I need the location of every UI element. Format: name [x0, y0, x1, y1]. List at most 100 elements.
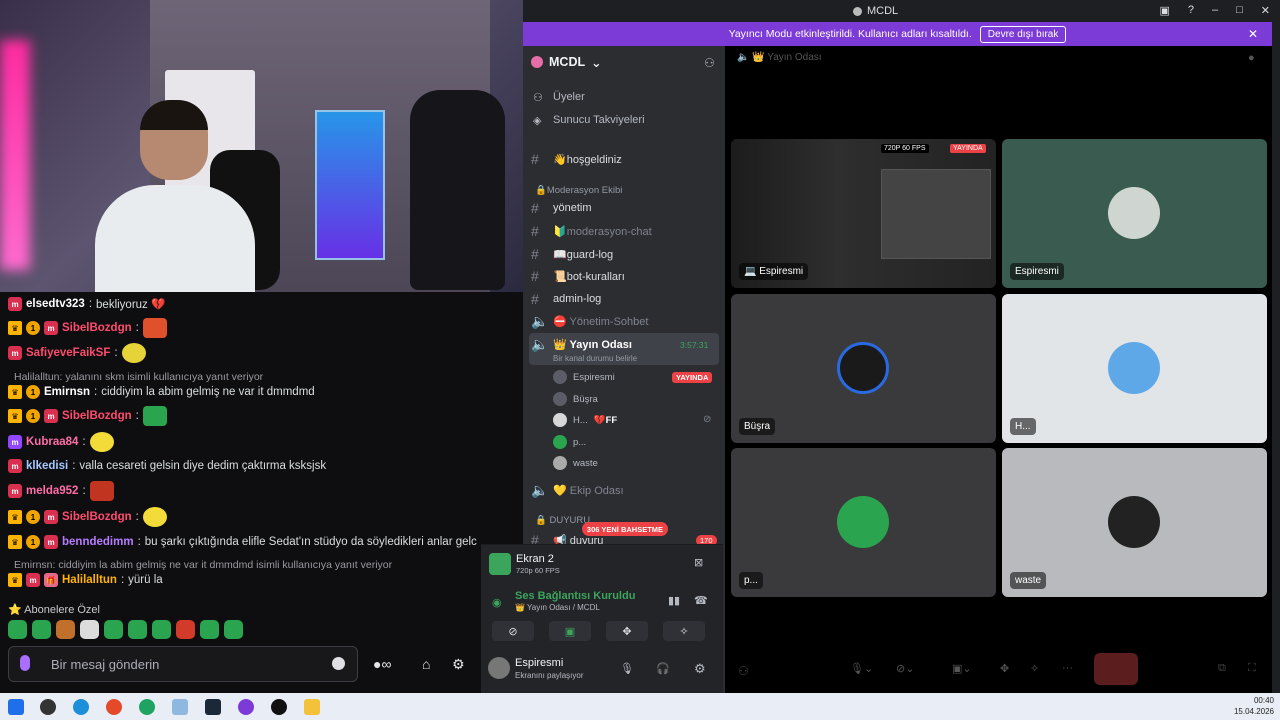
inbox-icon[interactable]: ▣: [1159, 4, 1169, 17]
screen-share-icon: [489, 553, 511, 575]
discord-logo-icon: [853, 6, 862, 16]
start-icon[interactable]: [8, 699, 24, 715]
banner-close-icon[interactable]: ✕: [1248, 27, 1258, 41]
invite-icon[interactable]: ⚇: [738, 664, 749, 678]
close-icon[interactable]: ✕: [1261, 4, 1270, 17]
voice-user[interactable]: p...: [553, 433, 586, 451]
mic-icon[interactable]: [20, 655, 30, 671]
help-icon[interactable]: ?: [1188, 4, 1194, 17]
channel-yonetim[interactable]: # yönetim: [531, 198, 592, 218]
chat-message: m SafiyeveFaikSF:: [8, 343, 146, 363]
voice-user[interactable]: Espiresmi: [553, 368, 615, 386]
user-settings-icon[interactable]: ⚙: [694, 661, 706, 677]
clock[interactable]: 00:40 15.04.2026: [1234, 695, 1274, 717]
user-tile[interactable]: Espiresmi: [1002, 139, 1267, 288]
channel-admin-log[interactable]: # admin-log: [531, 289, 601, 309]
chat-message: m klkedisi: valla cesareti gelsin diye ded…: [8, 456, 326, 476]
signal-icon: ◉: [492, 597, 502, 609]
live-badge: YAYINDA: [672, 372, 713, 383]
discord-icon[interactable]: [238, 699, 254, 715]
bits-icon[interactable]: ●∞: [373, 656, 391, 672]
browser-icon[interactable]: [106, 699, 122, 715]
channel-moderasyon-chat[interactable]: # 🔰moderasyon-chat: [531, 221, 652, 241]
chat-input[interactable]: Bir mesaj gönderin: [8, 646, 358, 682]
chat-message: ♛ m 🎁 Halilalltun: yürü la: [8, 570, 163, 590]
chat-message: ♛ 1 Emirnsn: ciddiyim la abim gelmiş ne var…: [8, 382, 315, 402]
members-link[interactable]: ⚇ Üyeler: [533, 91, 585, 104]
channel-hosgeldiniz[interactable]: # 👋hoşgeldiniz: [531, 149, 622, 169]
add-member-icon[interactable]: ⚇: [704, 56, 715, 70]
leave-call-button[interactable]: [1094, 653, 1138, 685]
connection-channel[interactable]: 👑 Yayın Odası / MCDL: [515, 603, 600, 612]
user-tile[interactable]: H...: [1002, 294, 1267, 443]
user-tile[interactable]: Büşra: [731, 294, 996, 443]
disable-button[interactable]: Devre dışı bırak: [979, 25, 1067, 43]
stage-activities-icon[interactable]: ✥: [1000, 662, 1009, 675]
chat-message: m melda952:: [8, 481, 114, 501]
more-icon[interactable]: ···: [1062, 662, 1073, 674]
explorer-icon[interactable]: [304, 699, 320, 715]
streamer-mode-banner: Yayıncı Modu etkinleştirildi. Kullanıcı …: [523, 22, 1272, 46]
camera-button[interactable]: ⊘: [492, 621, 534, 641]
stage-share-icon[interactable]: ▣⌄: [952, 662, 972, 675]
webcam-video: [0, 0, 523, 292]
mute-icon[interactable]: 🎙: [620, 662, 634, 675]
stage-soundboard-icon[interactable]: ✧: [1030, 662, 1039, 675]
settings-icon[interactable]: ⚙: [452, 656, 465, 673]
app-icon[interactable]: [172, 699, 188, 715]
share-screen-button[interactable]: ▣: [549, 621, 591, 641]
chat-message: ♛ 1 m SibelBozdgn:: [8, 318, 167, 338]
screen-title: Ekran 2: [516, 553, 554, 565]
fullscreen-icon[interactable]: ⛶: [1248, 662, 1256, 675]
boosts-link[interactable]: ◈ Sunucu Takviyeleri: [533, 114, 645, 127]
edge-icon[interactable]: [73, 699, 89, 715]
emoji-icon[interactable]: [332, 657, 345, 670]
deafened-icon: ⊘: [703, 414, 712, 425]
maximize-icon[interactable]: □: [1236, 4, 1243, 17]
channel-ekip-odasi[interactable]: 🔈 💛 Ekip Odası: [531, 480, 624, 500]
server-header[interactable]: MCDL ⌄: [531, 52, 602, 72]
stage-camera-icon[interactable]: ⊘⌄: [896, 662, 914, 675]
connection-status[interactable]: Ses Bağlantısı Kuruldu: [515, 590, 635, 602]
voice-user[interactable]: H... 💔FF: [553, 411, 617, 429]
subs-only-label: ⭐ Abonelere Özel: [8, 604, 100, 616]
chat-bubble-icon[interactable]: ●: [1248, 52, 1255, 64]
avatar[interactable]: [488, 657, 510, 679]
category-announce[interactable]: 🔒 DUYURU: [535, 515, 590, 526]
channel-status[interactable]: Bir kanal durumu belirle: [553, 354, 637, 363]
emote-row[interactable]: [8, 620, 243, 639]
popout-icon[interactable]: ⧉: [1218, 662, 1226, 675]
minimize-icon[interactable]: –: [1212, 4, 1218, 17]
live-badge: YAYINDA: [950, 144, 986, 153]
title-bar: MCDL ▣? – □ ✕: [523, 0, 1280, 22]
channel-bot-kurallari[interactable]: # 📜bot-kuralları: [531, 266, 625, 286]
channel-guard-log[interactable]: # 📖guard-log: [531, 244, 613, 264]
me-name: Espiresmi: [515, 657, 564, 669]
stop-share-icon[interactable]: ⊠: [694, 556, 703, 569]
disconnect-icon[interactable]: ☎: [694, 594, 708, 607]
me-status: Ekranını paylaşıyor: [515, 671, 584, 680]
chrome-icon[interactable]: [139, 699, 155, 715]
stage-header: 🔈 👑 Yayın Odası: [737, 52, 822, 63]
search-icon[interactable]: [40, 699, 56, 715]
stream-tile[interactable]: 720P 60 FPS YAYINDA 💻 Espiresmi: [731, 139, 996, 288]
store-icon[interactable]: ⌂: [422, 656, 430, 672]
steam-icon[interactable]: [205, 699, 221, 715]
user-tile[interactable]: waste: [1002, 448, 1267, 597]
chat-message: m Kubraa84:: [8, 432, 114, 452]
chat-message: ♛ 1 m benndedimm: bu şarkı çıktığında elifle…: [8, 532, 477, 552]
category-moderation[interactable]: 🔒Moderasyon Ekibi: [535, 185, 622, 196]
screen-quality: 720p 60 FPS: [516, 566, 560, 575]
obs-icon[interactable]: [271, 699, 287, 715]
user-tile[interactable]: p...: [731, 448, 996, 597]
channel-yayin-odasi-label: 🔈 👑 Yayın Odası: [531, 335, 632, 352]
headphones-icon[interactable]: 🎧: [656, 662, 670, 675]
soundboard-button[interactable]: ✧: [663, 621, 705, 641]
channel-yonetim-sohbet[interactable]: 🔈 ⛔ Yönetim-Sohbet: [531, 311, 648, 331]
activities-button[interactable]: ✥: [606, 621, 648, 641]
voice-user[interactable]: Büşra: [553, 390, 598, 408]
noise-icon[interactable]: ▮▮: [668, 594, 680, 607]
stage-mute-icon[interactable]: 🎙⌄: [850, 662, 873, 675]
chevron-down-icon: ⌄: [591, 55, 602, 70]
voice-user[interactable]: waste: [553, 454, 598, 472]
